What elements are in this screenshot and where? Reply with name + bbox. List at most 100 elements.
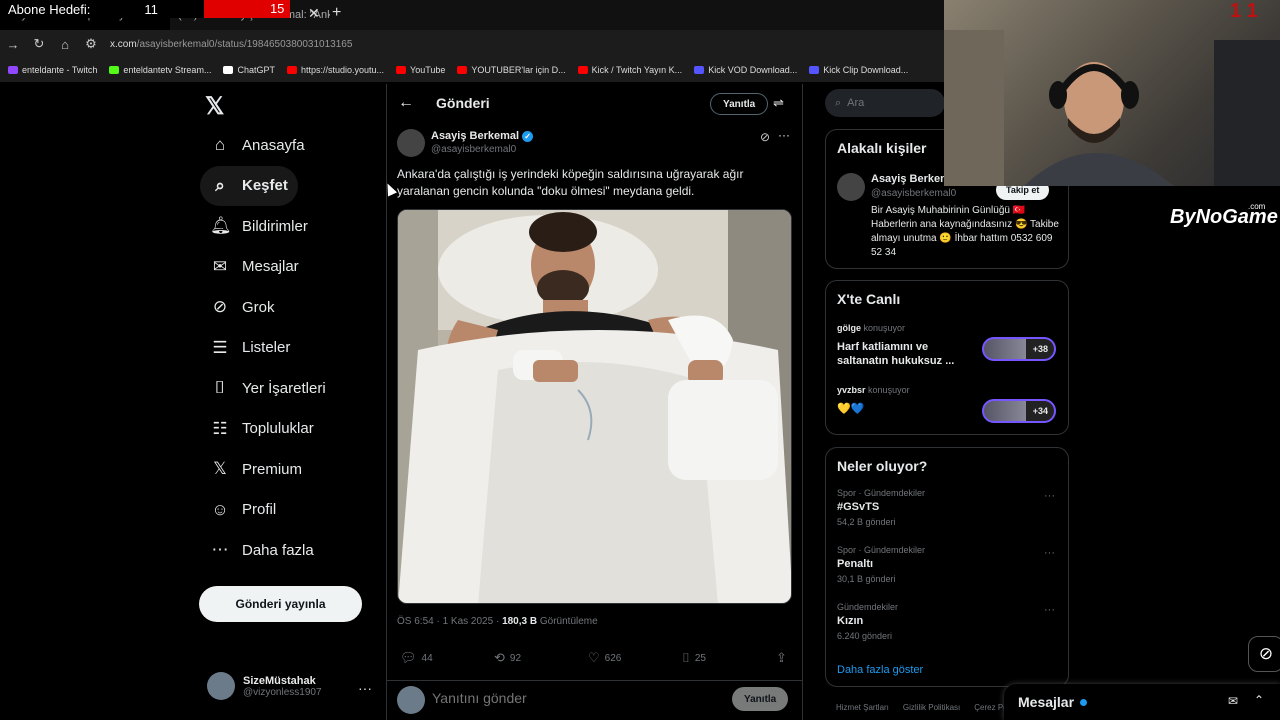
nav-item-label: Topluluklar (242, 420, 314, 437)
bookmark-label: YOUTUBER'lar için D... (471, 65, 566, 75)
live-host[interactable]: yvzbsr (837, 385, 866, 395)
account-more-icon[interactable]: ··· (358, 680, 372, 696)
author-handle[interactable]: @asayisberkemal0 (431, 144, 516, 155)
trend-name[interactable]: Penaltı (837, 558, 873, 570)
account-switcher[interactable]: SizeMüstahak @vizyonless1907 (207, 672, 322, 700)
nav-item-home[interactable]: ⌂ Anasayfa (200, 125, 315, 165)
filter-icon[interactable]: ⇌ (773, 95, 784, 111)
search-icon: ⌕ (215, 175, 225, 195)
hospital-photo (398, 210, 791, 603)
bookmark-item[interactable]: enteldante - Twitch (8, 65, 97, 75)
like-action[interactable]: ♡ 626 (588, 650, 621, 666)
x-logo-icon[interactable]: 𝕏 (205, 92, 224, 121)
account-name: SizeMüstahak (243, 674, 316, 687)
grok-fab-icon[interactable]: ⊘ (1248, 636, 1280, 672)
live-listener-count: +38 (1032, 344, 1048, 354)
bookmark-item[interactable]: YouTube (396, 65, 445, 75)
forward-icon[interactable]: → (0, 37, 26, 52)
post-text: Ankara'da çalıştığı iş yerindeki köpeğin… (397, 167, 744, 198)
bookmark-action[interactable]: ⌷ 25 (682, 650, 706, 666)
trends-title: Neler oluyor? (837, 458, 928, 474)
expand-icon[interactable]: ⌃ (1254, 693, 1264, 707)
post-meta: ÖS 6:54 · 1 Kas 2025 · 180,3 B Görüntüle… (397, 616, 598, 627)
composer-avatar (397, 686, 425, 714)
nav-item-label: Premium (242, 460, 303, 478)
bookmark-item[interactable]: https://studio.youtu... (286, 65, 384, 75)
new-tab-icon[interactable]: + (332, 4, 341, 22)
trend-more-icon[interactable]: ··· (1044, 604, 1055, 616)
trend-meta: Gündemdekiler (837, 602, 899, 612)
nav-item-list[interactable]: ☰ Listeler (200, 328, 300, 368)
bookmark-count: 25 (694, 652, 706, 664)
post-button[interactable]: Gönderi yayınla (199, 586, 362, 622)
unread-dot (1080, 698, 1088, 706)
close-tab-icon[interactable]: ✕ (308, 5, 320, 22)
live-join-pill[interactable]: +34 (982, 399, 1056, 423)
share-action[interactable]: ⇪ (776, 650, 787, 666)
nav-item-profile[interactable]: ☺ Profil (200, 490, 286, 530)
nav-item-search[interactable]: ⌕ Keşfet (200, 165, 298, 206)
bookmark-label: ChatGPT (237, 65, 275, 75)
search-input[interactable]: ⌕ Ara (825, 89, 945, 117)
reply-input[interactable] (432, 690, 712, 706)
bookmark-item[interactable]: YOUTUBER'lar için D... (457, 65, 566, 75)
reply-header-button[interactable]: Yanıtla (710, 93, 769, 115)
heart-icon: ♡ (588, 650, 600, 665)
nav-item-label: Yer İşaretleri (242, 379, 326, 397)
bookmark-favicon-icon (809, 66, 820, 74)
related-handle[interactable]: @asayisberkemal0 (871, 188, 956, 199)
nav-item-grok[interactable]: ⊘ Grok (200, 287, 285, 327)
repost-icon: ⟲ (494, 650, 505, 665)
profile-icon: ☺ (211, 499, 229, 519)
footer-link[interactable]: Çerez Po (974, 703, 1007, 712)
nav-item-more[interactable]: ⋯ Daha fazla (200, 530, 324, 570)
nav-item-x-premium[interactable]: 𝕏 Premium (200, 449, 312, 489)
bookmark-label: Kick Clip Download... (823, 65, 909, 75)
trend-name[interactable]: Kızın (837, 615, 863, 627)
footer-link[interactable]: Gizlilik Politikası (903, 703, 960, 712)
post-views[interactable]: 180,3 B (502, 616, 537, 627)
reply-count: 44 (421, 652, 433, 664)
reload-icon[interactable]: ↻ (26, 36, 52, 52)
nav-item-label: Profil (242, 501, 277, 518)
reply-action[interactable]: 💬︎ 44 (400, 650, 433, 666)
live-title-text[interactable]: 💛💙 (837, 402, 967, 416)
repost-action[interactable]: ⟲ 92 (494, 650, 521, 666)
nav-item-bell[interactable]: 🔔︎ Bildirimler (200, 206, 318, 246)
trend-name[interactable]: #GSvTS (837, 501, 879, 513)
new-message-icon[interactable]: ✉ (1228, 694, 1238, 708)
author-avatar[interactable] (397, 129, 425, 157)
bookmark-label: enteldante - Twitch (22, 65, 98, 75)
messages-dock[interactable]: Mesajlar ✉ ⌃ (1004, 684, 1280, 720)
bookmark-item[interactable]: Kick / Twitch Yayın K... (577, 65, 682, 75)
trend-more-icon[interactable]: ··· (1044, 547, 1055, 559)
site-settings-icon[interactable]: ⚙ (78, 36, 104, 52)
post-image[interactable] (397, 209, 792, 604)
bookmark-item[interactable]: enteldantetv Stream... (109, 65, 211, 75)
reply-submit-button[interactable]: Yanıtla (732, 687, 789, 711)
messages-dock-title: Mesajlar (1018, 694, 1075, 710)
grok-explain-icon[interactable]: ⊘ (760, 130, 770, 144)
nav-item-bookmark[interactable]: ⌷ Yer İşaretleri (200, 368, 336, 408)
related-avatar[interactable] (837, 173, 865, 201)
related-name[interactable]: Asayiş Berkem (871, 173, 950, 185)
live-join-pill[interactable]: +38 (982, 337, 1056, 361)
post-more-icon[interactable]: ··· (778, 128, 790, 142)
bookmark-item[interactable]: ChatGPT (223, 65, 275, 75)
nav-item-mail[interactable]: ✉ Mesajlar (200, 247, 309, 287)
bookmark-item[interactable]: Kick Clip Download... (809, 65, 908, 75)
live-host[interactable]: gölge (837, 323, 861, 333)
author-name[interactable]: Asayiş Berkemal ✓ (431, 130, 534, 142)
nav-item-communities[interactable]: ☷ Topluluklar (200, 409, 324, 449)
bookmark-item[interactable]: Kick VOD Download... (694, 65, 797, 75)
footer-link[interactable]: Hizmet Şartları (836, 703, 889, 712)
bookmark-favicon-icon (694, 66, 705, 74)
show-more-link[interactable]: Daha fazla göster (837, 664, 923, 676)
live-title-text[interactable]: Harf katliamını ve saltanatın hukuksuz .… (837, 340, 967, 368)
back-arrow-icon[interactable]: ← (398, 94, 414, 112)
trend-more-icon[interactable]: ··· (1044, 490, 1055, 502)
home-browser-icon[interactable]: ⌂ (52, 37, 78, 52)
home-icon: ⌂ (214, 135, 226, 154)
url-field[interactable]: x.com/asayisberkemal0/status/19846503800… (110, 39, 352, 50)
bell-icon: 🔔︎ (210, 216, 232, 235)
